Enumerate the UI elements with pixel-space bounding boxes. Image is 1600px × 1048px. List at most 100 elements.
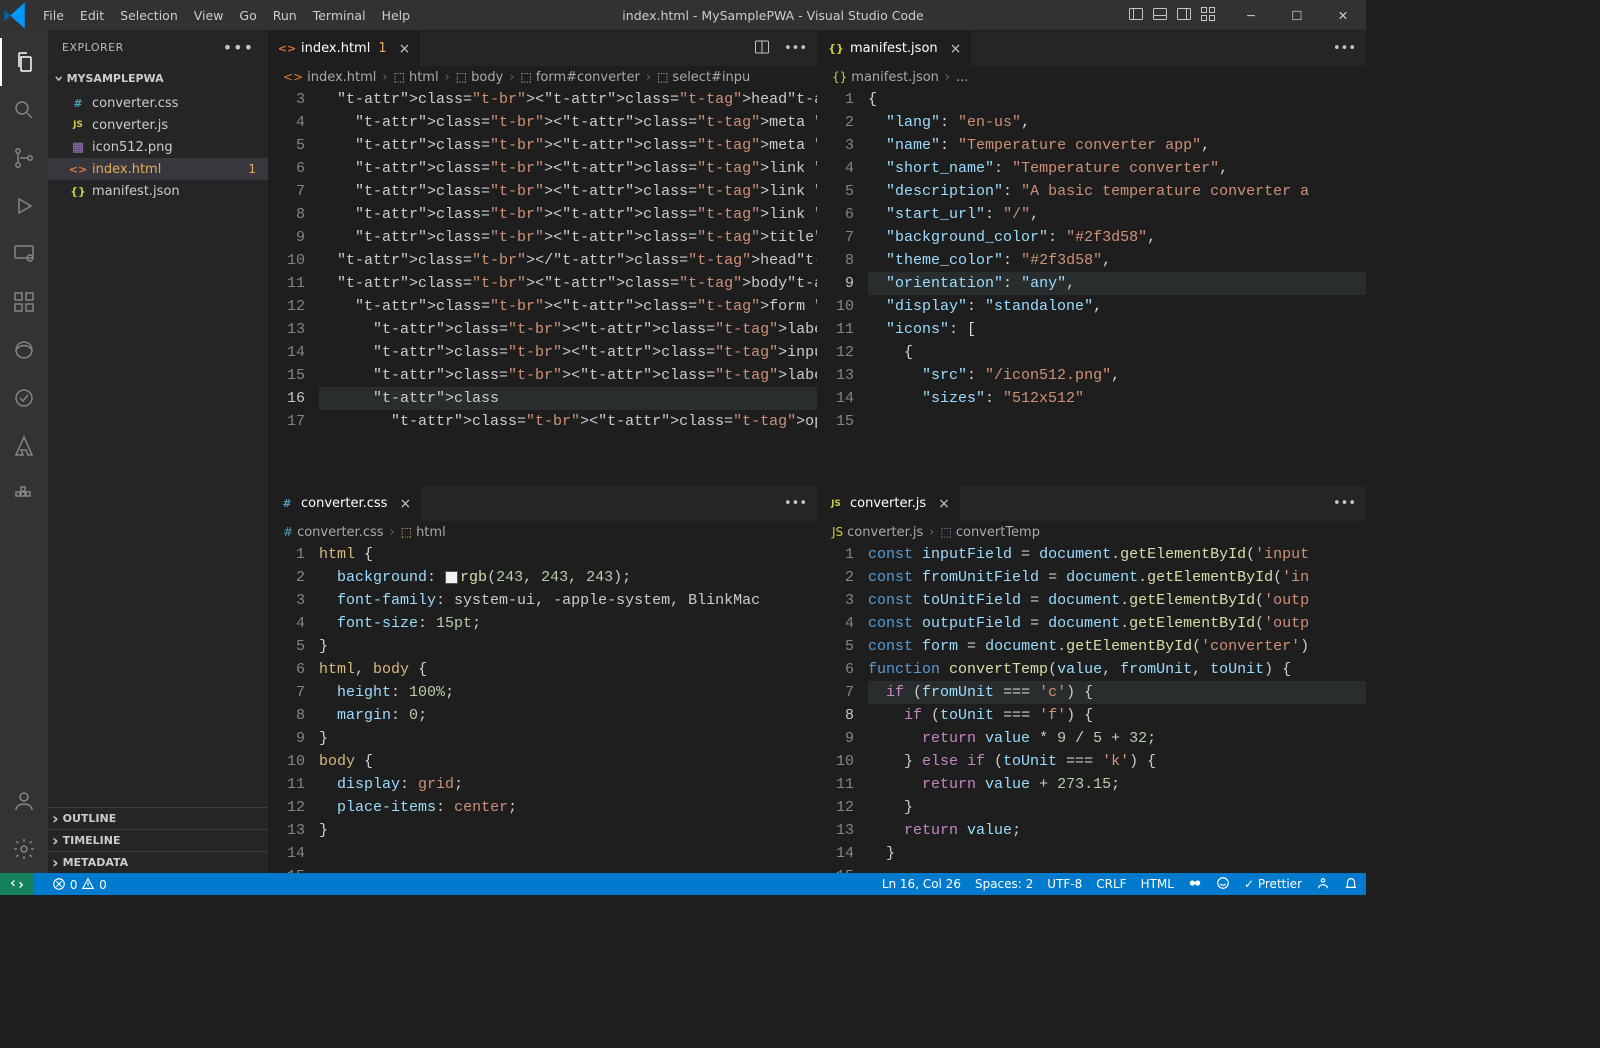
- breadcrumb[interactable]: <> index.html› ⬚ html› ⬚ body› ⬚ form#co…: [269, 66, 817, 88]
- folder-header[interactable]: MYSAMPLEPWA: [48, 65, 268, 92]
- breadcrumb-item[interactable]: ...: [956, 70, 968, 85]
- code-content[interactable]: html { background: rgb(243, 243, 243); f…: [319, 543, 817, 873]
- status-cursor-position[interactable]: Ln 16, Col 26: [882, 877, 961, 891]
- more-actions-icon[interactable]: •••: [1333, 496, 1356, 511]
- close-window-button[interactable]: ✕: [1320, 8, 1366, 23]
- file-item[interactable]: #converter.css: [48, 92, 268, 114]
- chevron-right-icon: [52, 809, 59, 828]
- code-editor[interactable]: 123456789101112131415 const inputField =…: [818, 543, 1366, 873]
- js-file-icon: JS: [828, 496, 844, 512]
- status-eol[interactable]: CRLF: [1096, 877, 1126, 891]
- file-item[interactable]: {}manifest.json: [48, 180, 268, 202]
- tab-index-html[interactable]: <> index.html 1 ×: [269, 31, 421, 66]
- code-content[interactable]: "t-attr">class="t-br"><"t-attr">class="t…: [319, 88, 817, 485]
- layout-sidebar-left-icon[interactable]: [1128, 6, 1144, 25]
- breadcrumb-item[interactable]: convertTemp: [956, 525, 1040, 540]
- activity-account[interactable]: [0, 777, 48, 825]
- more-actions-icon[interactable]: •••: [784, 41, 807, 56]
- status-prettier[interactable]: ✓ Prettier: [1244, 877, 1302, 891]
- maximize-button[interactable]: ☐: [1274, 8, 1320, 23]
- tab-bar: {} manifest.json × •••: [818, 31, 1366, 66]
- code-content[interactable]: { "lang": "en-us", "name": "Temperature …: [868, 88, 1366, 485]
- breadcrumb[interactable]: {} manifest.json› ...: [818, 66, 1366, 88]
- folder-label: MYSAMPLEPWA: [67, 72, 164, 85]
- breadcrumb-item[interactable]: converter.css: [297, 525, 383, 540]
- split-editor-icon[interactable]: [754, 39, 770, 59]
- css-file-icon: #: [283, 525, 293, 539]
- close-icon[interactable]: ×: [938, 496, 950, 512]
- breadcrumb-item[interactable]: manifest.json: [851, 70, 939, 85]
- menu-edit[interactable]: Edit: [72, 8, 112, 23]
- section-metadata[interactable]: METADATA: [48, 851, 268, 873]
- menu-selection[interactable]: Selection: [112, 8, 186, 23]
- activity-settings[interactable]: [0, 825, 48, 873]
- close-icon[interactable]: ×: [950, 41, 962, 57]
- section-timeline[interactable]: TIMELINE: [48, 829, 268, 851]
- chevron-down-icon: [56, 69, 63, 88]
- menu-run[interactable]: Run: [265, 8, 305, 23]
- css-file-icon: #: [279, 496, 295, 512]
- breadcrumb-item[interactable]: converter.js: [847, 525, 923, 540]
- breadcrumb-item[interactable]: html: [416, 525, 446, 540]
- file-item[interactable]: JSconverter.js: [48, 114, 268, 136]
- layout-sidebar-right-icon[interactable]: [1176, 6, 1192, 25]
- more-actions-icon[interactable]: •••: [1333, 41, 1356, 56]
- activity-source-control[interactable]: [0, 134, 48, 182]
- breadcrumb[interactable]: # converter.css› ⬚ html: [269, 521, 817, 543]
- code-content[interactable]: const inputField = document.getElementBy…: [868, 543, 1366, 873]
- remote-indicator[interactable]: [0, 873, 34, 895]
- menu-terminal[interactable]: Terminal: [305, 8, 374, 23]
- activity-remote-explorer[interactable]: [0, 230, 48, 278]
- editor-grid: <> index.html 1 × ••• <> index.html› ⬚ h…: [268, 30, 1366, 873]
- tab-label: converter.css: [301, 496, 387, 511]
- status-problems[interactable]: 0 0: [52, 877, 107, 892]
- symbol-icon: ⬚: [521, 70, 532, 84]
- status-notifications-icon[interactable]: [1344, 876, 1358, 893]
- activity-search[interactable]: [0, 86, 48, 134]
- activity-docker[interactable]: [0, 470, 48, 518]
- status-feedback-icon[interactable]: [1216, 876, 1230, 893]
- status-language[interactable]: HTML: [1141, 877, 1174, 891]
- close-icon[interactable]: ×: [399, 41, 411, 57]
- minimize-button[interactable]: ─: [1228, 8, 1274, 23]
- menu-help[interactable]: Help: [374, 8, 419, 23]
- status-indentation[interactable]: Spaces: 2: [975, 877, 1033, 891]
- activity-testing[interactable]: [0, 374, 48, 422]
- error-count: 0: [70, 878, 78, 892]
- breadcrumb-item[interactable]: select#inpu: [672, 70, 750, 85]
- breadcrumb-item[interactable]: html: [409, 70, 439, 85]
- breadcrumb-item[interactable]: form#converter: [536, 70, 640, 85]
- status-copilot-icon[interactable]: [1188, 876, 1202, 893]
- status-encoding[interactable]: UTF-8: [1047, 877, 1082, 891]
- breadcrumb-item[interactable]: body: [471, 70, 503, 85]
- menu-view[interactable]: View: [186, 8, 232, 23]
- breadcrumb[interactable]: JS converter.js› ⬚ convertTemp: [818, 521, 1366, 543]
- file-label: converter.css: [92, 96, 178, 111]
- sidebar-more-icon[interactable]: •••: [223, 38, 254, 57]
- code-editor[interactable]: 123456789101112131415 html { background:…: [269, 543, 817, 873]
- section-outline[interactable]: OUTLINE: [48, 807, 268, 829]
- layout-customize-icon[interactable]: [1200, 6, 1216, 25]
- file-item[interactable]: ▦icon512.png: [48, 136, 268, 158]
- code-editor[interactable]: 34567891011121314151617 "t-attr">class="…: [269, 88, 817, 485]
- menu-go[interactable]: Go: [231, 8, 264, 23]
- menu-file[interactable]: File: [35, 8, 72, 23]
- file-item[interactable]: <>index.html1: [48, 158, 268, 180]
- tab-converter-js[interactable]: JS converter.js ×: [818, 486, 961, 521]
- breadcrumb-item[interactable]: index.html: [307, 70, 376, 85]
- tab-converter-css[interactable]: # converter.css ×: [269, 486, 422, 521]
- activity-explorer[interactable]: [0, 38, 48, 86]
- code-editor[interactable]: 123456789101112131415 { "lang": "en-us",…: [818, 88, 1366, 485]
- activity-run-debug[interactable]: [0, 182, 48, 230]
- activity-edge[interactable]: [0, 326, 48, 374]
- more-actions-icon[interactable]: •••: [784, 496, 807, 511]
- status-live-share-icon[interactable]: [1316, 876, 1330, 893]
- tab-manifest-json[interactable]: {} manifest.json ×: [818, 31, 972, 66]
- activity-azure[interactable]: [0, 422, 48, 470]
- editor-pane-converter-js: JS converter.js × ••• JS converter.js› ⬚…: [817, 485, 1366, 873]
- close-icon[interactable]: ×: [399, 496, 411, 512]
- html-file-icon: <>: [279, 41, 295, 57]
- activity-extensions[interactable]: [0, 278, 48, 326]
- layout-panel-icon[interactable]: [1152, 6, 1168, 25]
- line-gutter: 34567891011121314151617: [269, 88, 319, 485]
